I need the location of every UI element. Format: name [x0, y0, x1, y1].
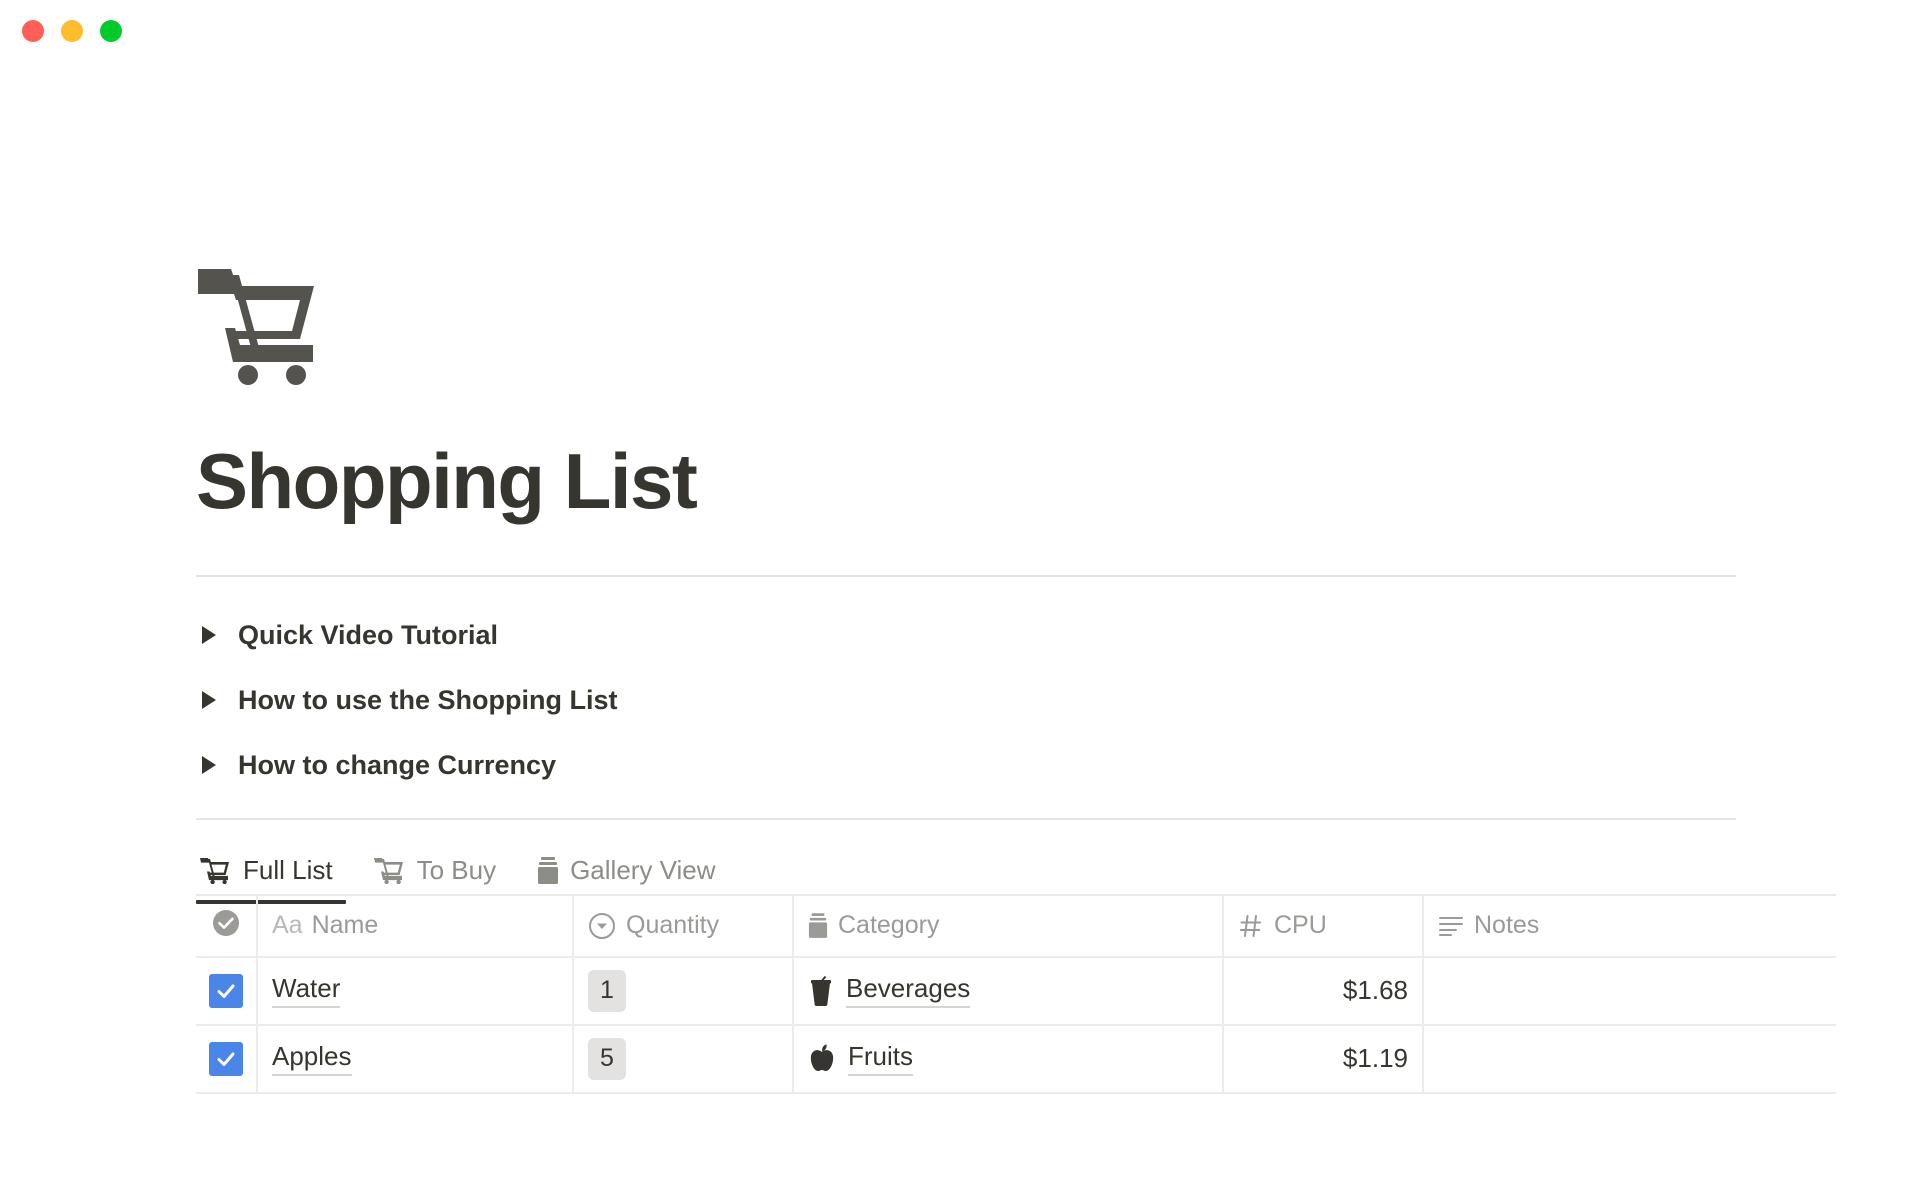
- tab-label: Full List: [243, 855, 333, 886]
- checkbox-checked-icon[interactable]: [209, 1042, 243, 1076]
- page-content: Shopping List Quick Video Tutorial How t…: [196, 267, 1836, 1094]
- traffic-light-controls: [0, 20, 122, 42]
- column-header-label: Notes: [1474, 911, 1539, 940]
- page-scroll-container[interactable]: Shopping List Quick Video Tutorial How t…: [0, 62, 1920, 1200]
- shopping-cart-outline-icon: [374, 857, 406, 884]
- tab-to-buy[interactable]: To Buy: [370, 848, 510, 894]
- triangle-right-icon[interactable]: [196, 622, 222, 648]
- column-header-label: Quantity: [626, 911, 719, 940]
- hash-icon: [1238, 913, 1264, 939]
- column-header-done[interactable]: [196, 896, 258, 956]
- toggle-block-how-to-change-currency[interactable]: How to change Currency: [196, 733, 1836, 798]
- tab-gallery-view[interactable]: Gallery View: [533, 848, 728, 894]
- shopping-cart-icon: [200, 857, 232, 884]
- toggle-block-list: Quick Video Tutorial How to use the Shop…: [196, 603, 1836, 798]
- gallery-stack-icon: [537, 857, 559, 885]
- row-cpu-cell[interactable]: $1.19: [1224, 1026, 1424, 1092]
- column-header-category[interactable]: Category: [794, 896, 1224, 956]
- apple-icon: [808, 1044, 836, 1074]
- row-name-link[interactable]: Water: [272, 973, 340, 1008]
- divider-above-toggles: [196, 575, 1736, 577]
- category-link[interactable]: Fruits: [848, 1041, 913, 1076]
- table-row[interactable]: Water 1: [196, 958, 1836, 1026]
- row-quantity-cell[interactable]: 1: [574, 958, 794, 1024]
- row-notes-cell[interactable]: [1424, 1026, 1834, 1092]
- quantity-tag[interactable]: 5: [588, 1038, 626, 1080]
- tab-label: To Buy: [417, 855, 497, 886]
- row-name-link[interactable]: Apples: [272, 1041, 352, 1076]
- triangle-right-icon[interactable]: [196, 752, 222, 778]
- database-view-tabs: Full List To Buy: [196, 842, 1836, 894]
- category-value[interactable]: Fruits: [808, 1041, 913, 1076]
- column-header-label: CPU: [1274, 911, 1327, 940]
- tab-full-list[interactable]: Full List: [196, 848, 346, 894]
- tab-label: Gallery View: [570, 855, 715, 886]
- row-name-cell[interactable]: Water: [258, 958, 574, 1024]
- table-header-row: Aa Name Quantity: [196, 896, 1836, 958]
- column-header-name[interactable]: Aa Name: [258, 896, 574, 956]
- toggle-block-how-to-use[interactable]: How to use the Shopping List: [196, 668, 1836, 733]
- row-notes-cell[interactable]: [1424, 958, 1834, 1024]
- row-category-cell[interactable]: Beverages: [794, 958, 1224, 1024]
- table-row[interactable]: Apples 5: [196, 1026, 1836, 1094]
- minimize-window-button[interactable]: [61, 20, 83, 42]
- toggle-label: How to change Currency: [238, 750, 556, 781]
- cpu-value: $1.19: [1343, 1043, 1408, 1074]
- text-lines-icon: [1438, 914, 1464, 938]
- row-cpu-cell[interactable]: $1.68: [1224, 958, 1424, 1024]
- row-checkbox-cell[interactable]: [196, 958, 258, 1024]
- triangle-right-icon[interactable]: [196, 687, 222, 713]
- row-name-cell[interactable]: Apples: [258, 1026, 574, 1092]
- maximize-window-button[interactable]: [100, 20, 122, 42]
- column-header-cpu[interactable]: CPU: [1224, 896, 1424, 956]
- checkbox-checked-icon[interactable]: [209, 974, 243, 1008]
- row-category-cell[interactable]: Fruits: [794, 1026, 1224, 1092]
- close-window-button[interactable]: [22, 20, 44, 42]
- text-aa-icon: Aa: [272, 911, 303, 940]
- divider-below-toggles: [196, 818, 1736, 820]
- page-title[interactable]: Shopping List: [196, 441, 1836, 523]
- column-header-label: Category: [838, 911, 939, 940]
- check-circle-icon: [211, 908, 241, 943]
- quantity-tag[interactable]: 1: [588, 970, 626, 1012]
- row-checkbox-cell[interactable]: [196, 1026, 258, 1092]
- window-titlebar: [0, 0, 1920, 62]
- category-link[interactable]: Beverages: [846, 973, 970, 1008]
- drink-cup-icon: [808, 976, 834, 1006]
- select-circle-icon: [588, 912, 616, 940]
- row-quantity-cell[interactable]: 5: [574, 1026, 794, 1092]
- cpu-value: $1.68: [1343, 975, 1408, 1006]
- database-table: Aa Name Quantity: [196, 894, 1836, 1094]
- toggle-block-quick-video-tutorial[interactable]: Quick Video Tutorial: [196, 603, 1836, 668]
- column-header-notes[interactable]: Notes: [1424, 896, 1834, 956]
- column-header-label: Name: [312, 911, 379, 940]
- column-header-quantity[interactable]: Quantity: [574, 896, 794, 956]
- gallery-stack-icon: [808, 913, 828, 939]
- category-value[interactable]: Beverages: [808, 973, 970, 1008]
- toggle-label: How to use the Shopping List: [238, 685, 617, 716]
- shopping-cart-icon[interactable]: [196, 267, 336, 385]
- toggle-label: Quick Video Tutorial: [238, 620, 498, 651]
